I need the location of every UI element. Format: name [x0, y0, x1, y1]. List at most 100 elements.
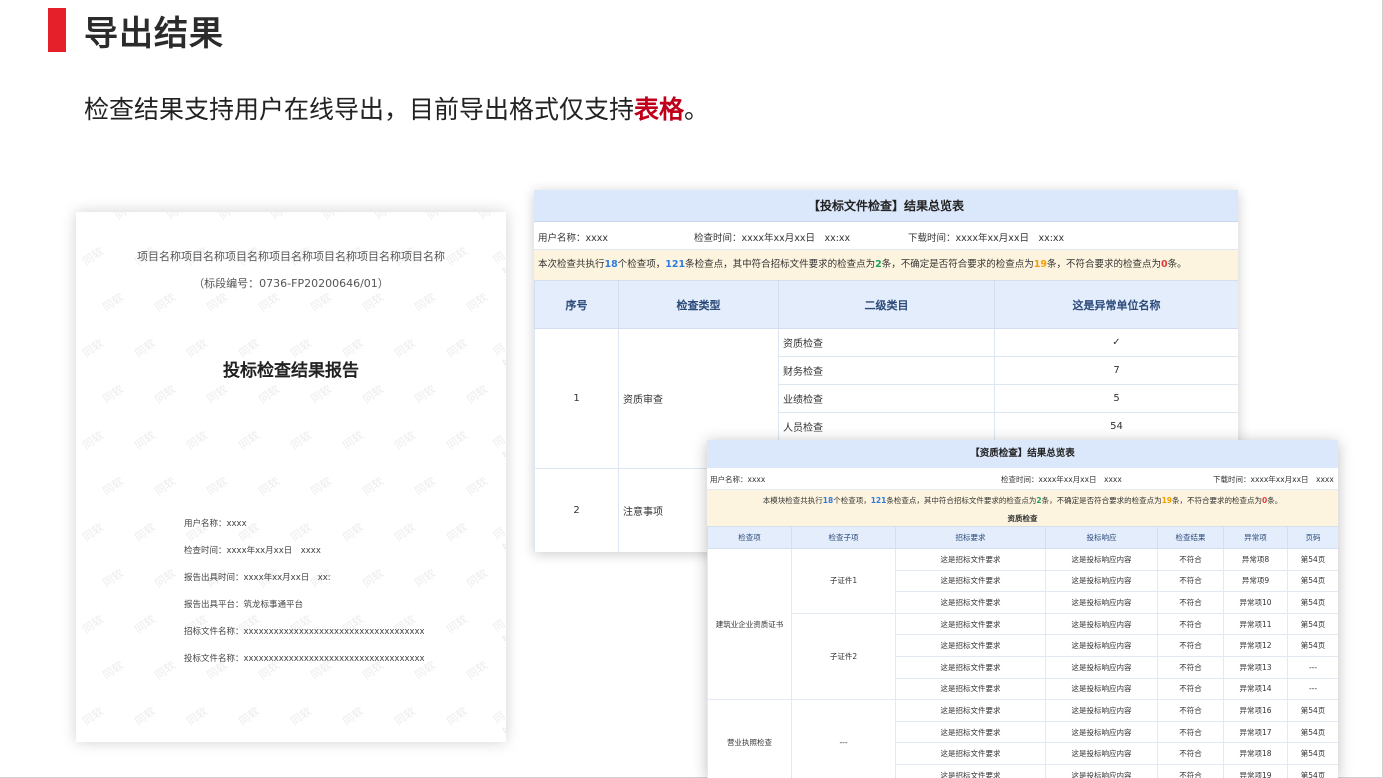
check-result: 不符合	[1157, 655, 1224, 679]
watermark-text: 同软	[80, 612, 106, 637]
check-subitem: 子证件2	[791, 612, 896, 701]
bid-response: 这是投标响应内容	[1045, 569, 1158, 593]
summary-points: 121	[870, 496, 887, 505]
watermark-text: 同软	[464, 382, 490, 407]
watermark-text: 同软	[360, 382, 386, 407]
watermark-text: 同软	[464, 566, 490, 591]
watermark-text: 同软	[204, 290, 230, 315]
abnormal-item: 异常项12	[1223, 634, 1288, 657]
watermark-text: 同软	[444, 428, 470, 453]
abnormal-item: 异常项18	[1223, 742, 1288, 765]
slide-subtitle: 检查结果支持用户在线导出，目前导出格式仅支持表格。	[84, 90, 709, 126]
watermark-text: 同软	[444, 612, 470, 637]
abnormal-item: 异常项9	[1223, 569, 1288, 593]
watermark-text: 同软	[288, 520, 314, 545]
page-number: 第54页	[1287, 612, 1338, 636]
watermark-text: 同软	[132, 520, 158, 545]
detail-header: 【资质检查】结果总览表	[707, 440, 1338, 468]
summary-text: 条，不符合要求的检查点为	[1047, 259, 1162, 270]
page-number: 第54页	[1287, 763, 1338, 778]
watermark-text: 同软	[444, 704, 470, 729]
summary-text: 条。	[1167, 259, 1187, 270]
watermark-text: 同软	[152, 566, 178, 591]
overview-meta: 用户名称：xxxx 检查时间：xxxx年xx月xx日 xx:xx 下载时间：xx…	[534, 222, 1238, 250]
watermark-text: 同软	[490, 433, 506, 464]
watermark-text: 同软	[464, 474, 490, 499]
report-cover: 同软 同软 同软 同软 同软 同软 同软 同软 同软 同软 同软 同软 同软 同软 同软 同软 同软 同软 同软 同软…	[76, 212, 506, 742]
bid-response: 这是投标响应内容	[1045, 677, 1158, 701]
check-result: 不符合	[1157, 591, 1224, 614]
summary-items: 18	[822, 496, 834, 505]
watermark-text: 同软	[288, 704, 314, 729]
tender-code: （标段编号：0736-FP20200646/01）	[193, 277, 389, 290]
watermark-text: 同软	[100, 382, 126, 407]
tender-requirement: 这是招标文件要求	[895, 763, 1046, 778]
tender-requirement: 这是招标文件要求	[895, 742, 1046, 765]
check-result: 不符合	[1157, 634, 1224, 657]
watermark-text: 同软	[464, 290, 490, 315]
watermark-text: 同软	[267, 212, 294, 223]
abnormal-count: 5	[994, 384, 1238, 413]
abnormal-item: 异常项14	[1223, 677, 1288, 701]
tender-requirement: 这是招标文件要求	[895, 591, 1046, 614]
check-result: 不符合	[1157, 612, 1224, 636]
watermark-text: 同软	[360, 566, 386, 591]
watermark-text: 同软	[204, 474, 230, 499]
cover-info-check-time: 检查时间：xxxx年xx月xx日 xxxx	[184, 546, 321, 556]
col-header: 这是异常单位名称	[994, 280, 1238, 329]
check-item: 营业执照检查	[707, 699, 792, 778]
cover-info-bid-file: 投标文件名称：xxxxxxxxxxxxxxxxxxxxxxxxxxxxxxxxx…	[184, 654, 425, 664]
summary-text: 条，不确定是否符合要求的检查点为	[881, 259, 1034, 270]
overview-download-time: 下载时间：xxxx年xx月xx日 xx:xx	[908, 233, 1065, 244]
watermark-text: 同软	[392, 428, 418, 453]
watermark-text: 同软	[256, 382, 282, 407]
cover-info-platform: 报告出具平台：筑龙标事通平台	[184, 600, 304, 610]
table-row: 1 资质审查 资质检查 ✓	[534, 328, 1238, 469]
watermark-text: 同软	[152, 290, 178, 315]
watermark-text: 同软	[132, 428, 158, 453]
watermark-text: 同软	[412, 382, 438, 407]
watermark-text: 同软	[308, 474, 334, 499]
page-number: 第54页	[1287, 569, 1338, 593]
watermark-text: 同软	[80, 704, 106, 729]
summary-text: 条。	[1267, 496, 1283, 505]
col-header: 招标要求	[895, 526, 1046, 549]
summary-items: 18	[604, 259, 618, 270]
bid-response: 这是投标响应内容	[1045, 720, 1158, 744]
summary-text: 本模块检查共执行	[762, 496, 823, 505]
watermark-text: 同软	[371, 212, 398, 223]
summary-unsure: 19	[1161, 496, 1173, 505]
summary-ok: 2	[875, 259, 882, 270]
page-number: ---	[1287, 677, 1338, 701]
watermark-text: 同软	[360, 474, 386, 499]
watermark-text: 同软	[215, 212, 242, 223]
watermark-text: 同软	[132, 704, 158, 729]
subtitle-end: 。	[684, 95, 710, 124]
watermark-text: 同软	[490, 617, 506, 648]
watermark-text: 同软	[184, 704, 210, 729]
sub-category: 人员检查	[778, 412, 995, 441]
watermark-text: 同软	[464, 658, 490, 683]
check-subitem: ---	[791, 699, 896, 778]
abnormal-item: 异常项8	[1223, 548, 1288, 571]
check-result: 不符合	[1157, 699, 1224, 722]
tender-requirement: 这是招标文件要求	[895, 699, 1046, 722]
tender-requirement: 这是招标文件要求	[895, 612, 1046, 636]
watermark-text: 同软	[80, 428, 106, 453]
col-header: 页码	[1287, 526, 1338, 549]
col-header: 二级类目	[778, 280, 995, 329]
bid-response: 这是投标响应内容	[1045, 634, 1158, 657]
abnormal-item: 异常项11	[1223, 612, 1288, 636]
watermark-text: 同软	[100, 566, 126, 591]
detail-meta: 用户名称：xxxx 检查时间：xxxx年xx月xx日 xxxx 下载时间：xxx…	[707, 468, 1338, 490]
row-number: 2	[534, 468, 619, 552]
cover-info-user: 用户名称：xxxx	[184, 519, 247, 529]
check-subitem: 子证件1	[791, 548, 896, 614]
detail-check-time: 检查时间：xxxx年xx月xx日 xxxx	[1001, 475, 1122, 484]
bid-response: 这是投标响应内容	[1045, 699, 1158, 722]
cover-info-report-time: 报告出具时间：xxxx年xx月xx日 xx:	[184, 573, 331, 583]
check-result: 不符合	[1157, 548, 1224, 571]
check-result: 不符合	[1157, 763, 1224, 778]
watermark-text: 同软	[392, 704, 418, 729]
section-title: 资质检查	[707, 512, 1338, 526]
